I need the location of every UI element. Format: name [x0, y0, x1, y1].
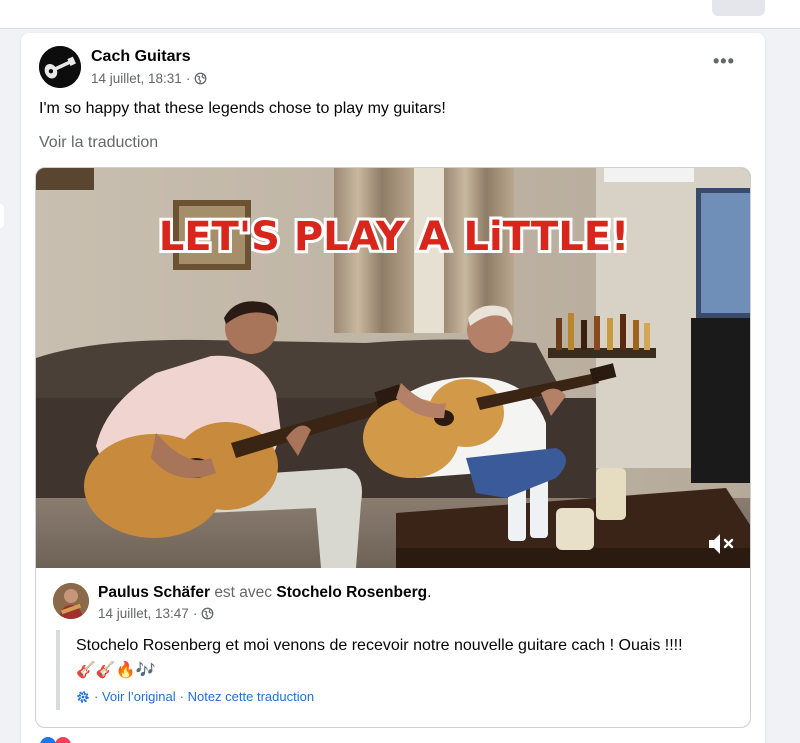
quote-bar — [56, 630, 60, 710]
shared-meta-separator: · — [192, 606, 198, 621]
see-original-link[interactable]: · Voir l’original — [94, 689, 176, 704]
top-bar — [0, 0, 800, 29]
shared-post-date[interactable]: 14 juillet, 13:47 — [98, 606, 189, 621]
see-translation-link[interactable]: Voir la traduction — [39, 134, 158, 152]
top-bar-button[interactable] — [712, 0, 765, 16]
meta-separator: · — [185, 71, 191, 86]
left-panel-edge — [0, 204, 4, 228]
shared-author-name[interactable]: Paulus Schäfer — [98, 584, 210, 601]
muted-speaker-icon[interactable] — [706, 530, 736, 558]
with-text: est avec — [214, 584, 273, 601]
person-photo-icon — [53, 583, 89, 619]
rate-translation-link[interactable]: · Notez cette traduction — [180, 689, 314, 704]
shared-author-avatar[interactable] — [53, 583, 89, 619]
page-avatar[interactable] — [39, 46, 81, 88]
shared-post-emojis: 🎸🎸🔥🎶 — [76, 662, 156, 679]
tagged-person[interactable]: Stochelo Rosenberg — [276, 584, 427, 601]
shared-post-header: Paulus Schäfer est avec Stochelo Rosenbe… — [98, 584, 431, 602]
post-card: Cach Guitars 14 juillet, 18:31 · ••• I'm… — [21, 33, 765, 743]
video-frame: LET'S PLAY A LiTTLE! — [36, 168, 750, 568]
post-author[interactable]: Cach Guitars — [91, 48, 191, 66]
header-period: . — [427, 584, 432, 601]
translation-row: · Voir l’original · Notez cette traducti… — [76, 689, 314, 704]
globe-icon[interactable] — [194, 72, 207, 85]
post-text: I'm so happy that these legends chose to… — [39, 100, 446, 117]
post-meta: 14 juillet, 18:31 · — [91, 71, 207, 86]
more-options-icon[interactable]: ••• — [713, 52, 735, 70]
post-date[interactable]: 14 juillet, 18:31 — [91, 71, 182, 86]
guitar-logo-icon — [39, 46, 81, 88]
shared-post-text: Stochelo Rosenberg et moi venons de rece… — [76, 637, 683, 654]
shared-post[interactable]: LET'S PLAY A LiTTLE! Paulus Schäfer est … — [35, 167, 751, 728]
globe-icon[interactable] — [201, 607, 214, 620]
gear-icon[interactable] — [76, 690, 90, 704]
reactions-icon[interactable] — [39, 736, 85, 743]
video-player[interactable]: LET'S PLAY A LiTTLE! — [36, 168, 750, 568]
shared-post-meta: 14 juillet, 13:47 · — [98, 606, 214, 621]
video-title-overlay: LET'S PLAY A LiTTLE! — [159, 214, 630, 260]
